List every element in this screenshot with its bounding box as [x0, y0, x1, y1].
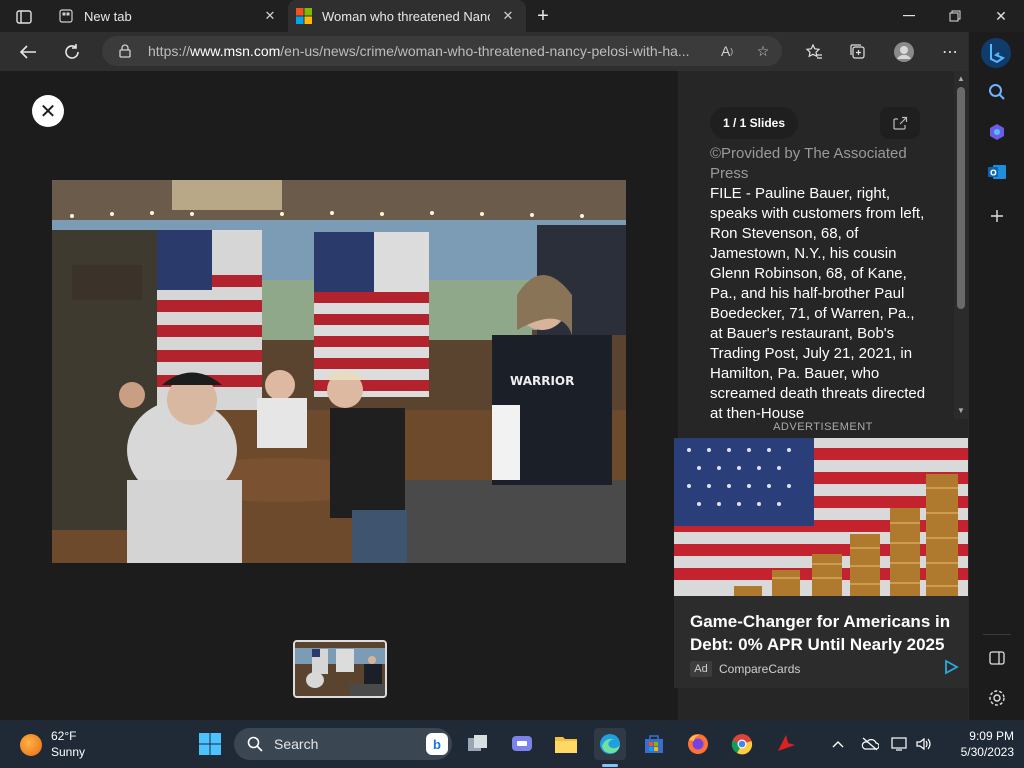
slideshow-viewer: ✕ WARRIOR	[0, 71, 678, 720]
windows-taskbar: 62°F Sunny Search b 9:09 PM 5/30/2023	[0, 720, 1024, 768]
scroll-down-icon[interactable]: ▼	[956, 406, 966, 416]
chrome-icon[interactable]	[726, 728, 758, 760]
profile-avatar-icon[interactable]	[892, 40, 916, 64]
search-label: Search	[274, 736, 319, 752]
teams-chat-icon[interactable]	[506, 728, 538, 760]
sidebar-divider	[983, 634, 1011, 635]
show-hidden-icons-chevron-icon[interactable]	[828, 734, 848, 754]
ad-card[interactable]: Game-Changer for Americans in Debt: 0% A…	[674, 438, 969, 688]
search-icon[interactable]	[985, 80, 1009, 104]
new-tab-button[interactable]: +	[532, 5, 554, 27]
start-windows-icon[interactable]	[194, 728, 226, 760]
address-bar[interactable]: https://www.msn.com/en-us/news/crime/wom…	[102, 36, 782, 66]
tab-msn-article[interactable]: Woman who threatened Nancy P ✕	[288, 0, 526, 32]
outlook-icon[interactable]: O	[985, 160, 1009, 184]
ad-headline[interactable]: Game-Changer for Americans in Debt: 0% A…	[690, 610, 960, 656]
microsoft-store-icon[interactable]	[638, 728, 670, 760]
task-view-icon[interactable]	[462, 728, 494, 760]
svg-text:O: O	[990, 169, 997, 178]
tab-title: New tab	[84, 8, 132, 24]
slide-counter: 1 / 1 Slides	[710, 107, 798, 139]
tab-title: Woman who threatened Nancy P	[322, 8, 490, 24]
edge-sidebar: O	[968, 32, 1024, 720]
scrollbar-thumb[interactable]	[957, 87, 965, 309]
close-tab-icon[interactable]: ✕	[262, 8, 278, 24]
caption-scrollbar[interactable]: ▲ ▼	[954, 71, 968, 419]
clock-time: 9:09 PM	[969, 729, 1014, 743]
lock-icon[interactable]	[118, 44, 132, 58]
photo-credit: ©Provided by The Associated Press	[710, 145, 907, 182]
add-sidebar-app-icon[interactable]	[985, 204, 1009, 228]
slide-photo[interactable]: WARRIOR	[52, 180, 626, 563]
weather-temperature: 62°F	[51, 729, 77, 743]
search-icon	[246, 735, 264, 753]
active-app-indicator	[602, 764, 618, 767]
new-tab-page-icon	[58, 8, 74, 24]
read-aloud-icon[interactable]: A)	[718, 42, 736, 60]
title-bar: New tab ✕ Woman who threatened Nancy P ✕…	[0, 0, 1024, 32]
caption-text: FILE - Pauline Bauer, right, speaks with…	[710, 185, 926, 422]
slide-thumbnail[interactable]	[293, 640, 387, 698]
taskbar-search[interactable]: Search b	[234, 728, 452, 760]
edge-browser-icon[interactable]	[594, 728, 626, 760]
ad-source[interactable]: CompareCards	[719, 662, 800, 676]
url-text[interactable]: https://www.msn.com/en-us/news/crime/wom…	[148, 43, 708, 59]
ad-badge: Ad	[690, 661, 712, 677]
clock-date: 5/30/2023	[960, 745, 1014, 759]
adchoices-icon[interactable]	[942, 658, 960, 676]
weather-condition: Sunny	[51, 745, 86, 759]
back-arrow-icon[interactable]	[14, 38, 42, 66]
bing-icon[interactable]: b	[426, 733, 448, 755]
ad-image[interactable]	[674, 438, 969, 596]
split-screen-icon[interactable]	[985, 646, 1009, 670]
minimize-icon[interactable]	[886, 0, 932, 32]
onedrive-icon[interactable]	[860, 734, 880, 754]
firefox-icon[interactable]	[682, 728, 714, 760]
advertisement-label: ADVERTISEMENT	[773, 421, 873, 433]
network-icon[interactable]	[890, 734, 910, 754]
volume-icon[interactable]	[914, 734, 934, 754]
tab-actions-icon[interactable]	[8, 6, 40, 28]
restore-icon[interactable]	[932, 0, 978, 32]
settings-gear-icon[interactable]	[985, 686, 1009, 710]
share-icon[interactable]	[880, 107, 920, 139]
slide-caption: ©Provided by The Associated Press FILE -…	[710, 144, 930, 422]
copilot-apps-icon[interactable]	[985, 120, 1009, 144]
scroll-up-icon[interactable]: ▲	[956, 74, 966, 84]
close-slideshow-button[interactable]: ✕	[32, 95, 64, 127]
collections-icon[interactable]	[846, 40, 870, 64]
tab-new-tab[interactable]: New tab ✕	[48, 0, 286, 32]
pdf-reader-icon[interactable]	[770, 728, 802, 760]
file-explorer-icon[interactable]	[550, 728, 582, 760]
bing-copilot-icon[interactable]	[981, 38, 1011, 68]
svg-text:WARRIOR: WARRIOR	[510, 374, 574, 388]
close-window-icon[interactable]: ✕	[978, 0, 1024, 32]
add-favorite-icon[interactable]: ☆	[754, 42, 772, 60]
system-clock[interactable]: 9:09 PM 5/30/2023	[944, 728, 1014, 760]
refresh-icon[interactable]	[58, 38, 86, 66]
msn-icon	[296, 8, 312, 24]
close-tab-icon[interactable]: ✕	[500, 8, 516, 24]
weather-widget[interactable]: 62°F Sunny	[20, 728, 140, 760]
sunny-weather-icon	[20, 734, 42, 756]
more-options-icon[interactable]: ⋯	[938, 40, 962, 64]
favorites-icon[interactable]	[802, 40, 826, 64]
navigation-bar: https://www.msn.com/en-us/news/crime/wom…	[0, 32, 1024, 71]
